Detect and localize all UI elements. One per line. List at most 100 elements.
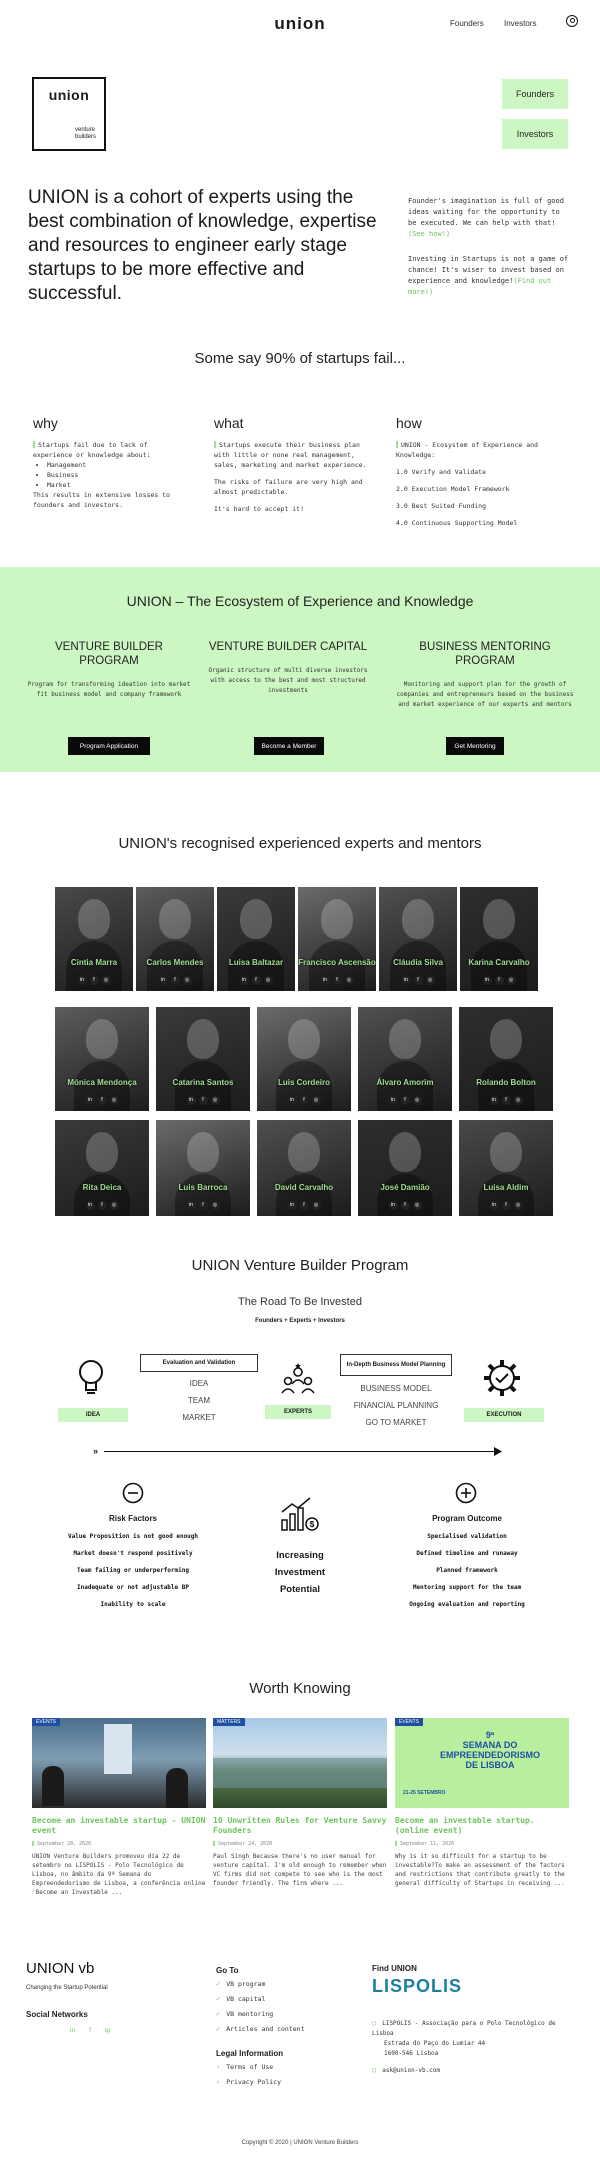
expert-card[interactable]: Karina Carvalho in f ◎ [460,887,538,991]
facebook-icon[interactable]: f [400,1096,410,1105]
facebook-icon[interactable]: f [198,1201,208,1210]
nav-founders[interactable]: Founders [450,19,484,28]
news-image-event[interactable]: EVENTS [32,1718,206,1808]
facebook-icon[interactable]: f [89,2027,91,2034]
linkedin-icon[interactable]: in [239,976,249,985]
linkedin-icon[interactable]: in [70,2027,75,2034]
linkedin-icon[interactable]: in [388,1096,398,1105]
facebook-icon[interactable]: f [251,976,261,985]
news-card-title[interactable]: Become an investable startup. (online ev… [395,1816,569,1836]
expert-card[interactable]: Luisa Aldim in f ◎ [459,1120,553,1216]
linkedin-icon[interactable]: in [85,1201,95,1210]
linkedin-icon[interactable]: in [287,1201,297,1210]
instagram-icon[interactable]: ◎ [513,1201,523,1210]
linkedin-icon[interactable]: in [388,1201,398,1210]
expert-card[interactable]: Carlos Mendes in f ◎ [136,887,214,991]
news-image-landscape[interactable]: MATTERS [213,1718,387,1808]
linkedin-icon[interactable]: in [186,1201,196,1210]
facebook-icon[interactable]: f [494,976,504,985]
plus-circle-icon [455,1482,477,1504]
news-card-date: September 28, 2020 [32,1841,206,1847]
instagram-icon[interactable]: ◎ [311,1201,321,1210]
expert-card[interactable]: Rita Deica in f ◎ [55,1120,149,1216]
facebook-icon[interactable]: f [299,1096,309,1105]
news-image-poster[interactable]: 9ª SEMANA DO EMPREENDEDORISMO DE LISBOA … [395,1718,569,1808]
instagram-icon[interactable]: ◎ [344,976,354,985]
linkedin-icon[interactable]: in [186,1096,196,1105]
expert-card[interactable]: José Damião in f ◎ [358,1120,452,1216]
facebook-icon[interactable]: f [97,1201,107,1210]
news-card-title[interactable]: Become an investable startup - UNION eve… [32,1816,206,1836]
instagram-icon[interactable]: ◎ [506,976,516,985]
news-card[interactable]: MATTERS 10 Unwritten Rules for Venture S… [213,1718,387,1888]
footer-link[interactable]: ✓ VB capital [216,1992,305,2007]
founders-button[interactable]: Founders [502,79,568,109]
linkedin-icon[interactable]: in [85,1096,95,1105]
expert-card[interactable]: Luis Barroca in f ◎ [156,1120,250,1216]
linkedin-icon[interactable]: in [489,1096,499,1105]
expert-card[interactable]: David Carvalho in f ◎ [257,1120,351,1216]
facebook-icon[interactable]: f [332,976,342,985]
expert-card[interactable]: Cláudia Silva in f ◎ [379,887,457,991]
expert-card[interactable]: Álvaro Amorim in f ◎ [358,1007,452,1111]
footer-link[interactable]: ✓ VB mentoring [216,2007,305,2022]
user-icon[interactable] [566,15,578,27]
investors-button[interactable]: Investors [502,119,568,149]
linkedin-icon[interactable]: in [77,976,87,985]
instagram-icon[interactable]: ◎ [425,976,435,985]
instagram-icon[interactable]: ◎ [513,1096,523,1105]
facebook-icon[interactable]: f [170,976,180,985]
instagram-icon[interactable]: ◎ [412,1201,422,1210]
instagram-icon[interactable]: ◎ [109,1096,119,1105]
nav-investors[interactable]: Investors [504,19,536,28]
instagram-icon[interactable]: ◎ [182,976,192,985]
instagram-icon[interactable]: ◎ [263,976,273,985]
program-application-button[interactable]: Program Application [68,737,150,755]
facebook-icon[interactable]: f [299,1201,309,1210]
instagram-icon[interactable]: ◎ [311,1096,321,1105]
facebook-icon[interactable]: f [89,976,99,985]
expert-card[interactable]: Catarina Santos in f ◎ [156,1007,250,1111]
facebook-icon[interactable]: f [413,976,423,985]
expert-card[interactable]: Luisa Baltazar in f ◎ [217,887,295,991]
expert-card[interactable]: Cintia Marra in f ◎ [55,887,133,991]
linkedin-icon[interactable]: in [158,976,168,985]
arrow-right-icon [494,1447,502,1456]
expert-card[interactable]: Luis Cordeiro in f ◎ [257,1007,351,1111]
expert-card[interactable]: Rolando Bolton in f ◎ [459,1007,553,1111]
instagram-icon[interactable]: ig [105,2027,110,2034]
instagram-icon[interactable]: ◎ [101,976,111,985]
footer-link[interactable]: ✓ Articles and content [216,2022,305,2037]
instagram-icon[interactable]: ◎ [412,1096,422,1105]
footer-tagline: Changing the Startup Potential [26,1985,108,1991]
linkedin-icon[interactable]: in [401,976,411,985]
facebook-icon[interactable]: f [97,1096,107,1105]
news-card-title[interactable]: 10 Unwritten Rules for Venture Savvy Fou… [213,1816,387,1836]
facebook-icon[interactable]: f [400,1201,410,1210]
footer-email[interactable]: ask@union-vb.com [382,2067,440,2074]
linkedin-icon[interactable]: in [489,1201,499,1210]
expert-name: Mónica Mendonça [67,1078,137,1087]
instagram-icon[interactable]: ◎ [109,1201,119,1210]
facebook-icon[interactable]: f [198,1096,208,1105]
linkedin-icon[interactable]: in [482,976,492,985]
portrait-head [86,1019,118,1059]
linkedin-icon[interactable]: in [320,976,330,985]
terms-link[interactable]: › Terms of Use [216,2060,281,2075]
expert-card[interactable]: Francisco Ascensão in f ◎ [298,887,376,991]
expert-card[interactable]: Mónica Mendonça in f ◎ [55,1007,149,1111]
instagram-icon[interactable]: ◎ [210,1201,220,1210]
portrait-head [490,1019,522,1059]
news-card[interactable]: EVENTS Become an investable startup - UN… [32,1718,206,1897]
linkedin-icon[interactable]: in [287,1096,297,1105]
get-mentoring-button[interactable]: Get Mentoring [446,737,504,755]
footer-link[interactable]: ✓ VB program [216,1977,305,1992]
news-card[interactable]: 9ª SEMANA DO EMPREENDEDORISMO DE LISBOA … [395,1718,569,1888]
become-member-button[interactable]: Become a Member [254,737,324,755]
see-how-link[interactable]: (See how!) [408,230,450,238]
legal-title: Legal Information [216,2049,284,2058]
facebook-icon[interactable]: f [501,1201,511,1210]
privacy-link[interactable]: › Privacy Policy [216,2075,281,2090]
facebook-icon[interactable]: f [501,1096,511,1105]
instagram-icon[interactable]: ◎ [210,1096,220,1105]
